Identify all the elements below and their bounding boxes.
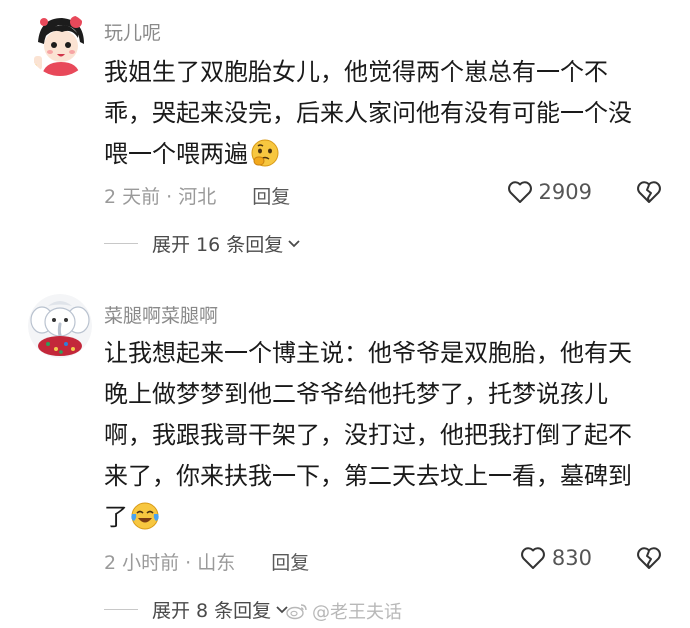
dislike-button[interactable] — [636, 180, 662, 208]
weibo-icon — [286, 604, 307, 620]
thinking-face-emoji — [250, 138, 280, 181]
time-location: 2 天前 · 河北 — [104, 186, 217, 208]
expand-replies-button[interactable]: 展开 8 条回复 — [104, 596, 289, 623]
comment-item: 玩儿呢 我姐生了双胞胎女儿，他觉得两个崽总有一个不 乖，哭起来没完，后来人家问他… — [0, 0, 690, 288]
username[interactable]: 玩儿呢 — [104, 18, 161, 45]
username[interactable]: 菜腿啊菜腿啊 — [104, 301, 218, 328]
comment-text: 让我想起来一个博主说：他爷爷是双胞胎，他有天 晚上做梦梦到他二爷爷给他托梦了，托… — [104, 333, 674, 538]
comment-text-line: 来了，你来扶我一下，第二天去坟上一看，墓碑到 — [104, 462, 632, 490]
avatar[interactable] — [28, 294, 92, 358]
heart-icon — [520, 547, 545, 569]
like-button[interactable]: 2909 — [507, 180, 592, 204]
comment-text-line-wrap: 了 — [104, 497, 674, 538]
dislike-button[interactable] — [636, 546, 662, 574]
time-location: 2 小时前 · 山东 — [104, 552, 236, 574]
comment-text-line: 乖，哭起来没完，后来人家问他有没有可能一个没 — [104, 99, 632, 127]
comment-text-line-wrap: 喂一个喂两遍 — [104, 134, 674, 175]
divider-dash — [104, 609, 138, 610]
like-count: 2909 — [538, 180, 592, 204]
reply-button[interactable]: 回复 — [271, 552, 309, 574]
comment-text-line: 让我想起来一个博主说：他爷爷是双胞胎，他有天 — [104, 339, 632, 367]
comment-text-line: 晚上做梦梦到他二爷爷给他托梦了，托梦说孩儿 — [104, 380, 608, 408]
expand-replies-label: 展开 16 条回复 — [152, 234, 284, 256]
chevron-down-icon — [288, 239, 300, 247]
comment-text-line: 喂一个喂两遍 — [104, 140, 248, 168]
divider-dash — [104, 243, 138, 244]
comment-text: 我姐生了双胞胎女儿，他觉得两个崽总有一个不 乖，哭起来没完，后来人家问他有没有可… — [104, 52, 674, 175]
comment-meta: 2 天前 · 河北 回复 — [104, 182, 290, 209]
comment-page: 玩儿呢 我姐生了双胞胎女儿，他觉得两个崽总有一个不 乖，哭起来没完，后来人家问他… — [0, 0, 690, 628]
broken-heart-icon — [637, 181, 661, 203]
comment-meta: 2 小时前 · 山东 回复 — [104, 548, 309, 575]
watermark-text: @老王夫话 — [312, 602, 402, 623]
expand-replies-label: 展开 8 条回复 — [152, 600, 272, 622]
expand-replies-button[interactable]: 展开 16 条回复 — [104, 230, 301, 257]
crying-laughing-emoji — [130, 501, 160, 544]
comment-text-line: 啊，我跟我哥干架了，没打过，他把我打倒了起不 — [104, 421, 632, 449]
comment-text-line: 我姐生了双胞胎女儿，他觉得两个崽总有一个不 — [104, 58, 608, 86]
heart-icon — [507, 181, 532, 203]
like-count: 830 — [551, 546, 592, 570]
comment-item: 菜腿啊菜腿啊 让我想起来一个博主说：他爷爷是双胞胎，他有天 晚上做梦梦到他二爷爷… — [0, 288, 690, 628]
broken-heart-icon — [637, 547, 661, 569]
reply-button[interactable]: 回复 — [252, 186, 290, 208]
watermark: @老王夫话 — [286, 598, 402, 624]
like-button[interactable]: 830 — [520, 546, 592, 570]
avatar[interactable] — [28, 12, 92, 76]
comment-text-line: 了 — [104, 503, 128, 531]
